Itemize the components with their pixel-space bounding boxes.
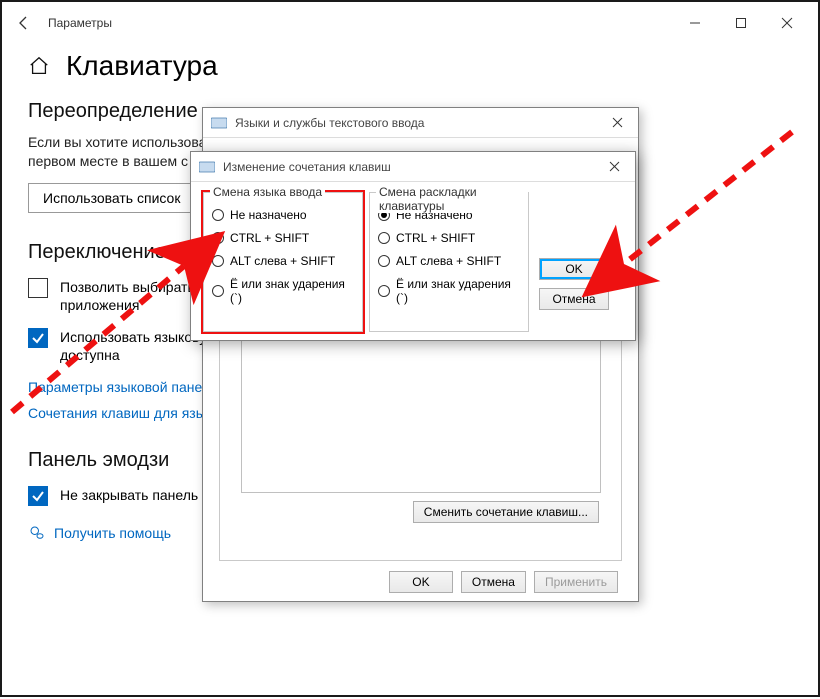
- link-get-help[interactable]: Получить помощь: [54, 525, 171, 541]
- dialog-text-services-titlebar: Языки и службы текстового ввода: [203, 108, 638, 138]
- maximize-button[interactable]: [718, 8, 764, 38]
- dialog-change-hotkey-titlebar: Изменение сочетания клавиш: [191, 152, 635, 182]
- dialog-mid-ok-button[interactable]: OK: [389, 571, 453, 593]
- radio-lang-none[interactable]: Не назначено: [212, 208, 354, 222]
- radio-lang-alt-shift[interactable]: ALT слева + SHIFT: [212, 254, 354, 268]
- group-layout-switch-legend: Смена раскладки клавиатуры: [376, 185, 528, 213]
- dialog-change-hotkey-close[interactable]: [601, 156, 627, 178]
- dialog-top-ok-button[interactable]: OK: [539, 258, 609, 280]
- change-hotkey-button[interactable]: Сменить сочетание клавиш...: [413, 501, 599, 523]
- minimize-button[interactable]: [672, 8, 718, 38]
- radio-layout-grave[interactable]: Ё или знак ударения (`): [378, 277, 520, 305]
- radio-layout-alt-shift[interactable]: ALT слева + SHIFT: [378, 254, 520, 268]
- keyboard-icon: [211, 116, 227, 130]
- settings-window: Параметры Клавиатура Переопределение Есл…: [0, 0, 820, 697]
- checkbox-emoji-keep-open[interactable]: [28, 486, 48, 506]
- keyboard-icon: [199, 160, 215, 174]
- radio-lang-grave[interactable]: Ё или знак ударения (`): [212, 277, 354, 305]
- back-button[interactable]: [10, 9, 38, 37]
- dialog-change-hotkey-title: Изменение сочетания клавиш: [223, 160, 601, 174]
- group-language-switch: Смена языка ввода Не назначено CTRL + SH…: [203, 192, 363, 332]
- checkbox-allow-per-app-label: Позволить выбирать м приложения: [60, 278, 208, 314]
- group-layout-switch: Смена раскладки клавиатуры Не назначено …: [369, 192, 529, 332]
- home-icon[interactable]: [28, 55, 50, 77]
- radio-lang-ctrl-shift[interactable]: CTRL + SHIFT: [212, 231, 354, 245]
- dialog-top-cancel-button[interactable]: Отмена: [539, 288, 609, 310]
- checkbox-use-lang-bar[interactable]: [28, 328, 48, 348]
- radio-layout-ctrl-shift[interactable]: CTRL + SHIFT: [378, 231, 520, 245]
- close-button[interactable]: [764, 8, 810, 38]
- checkbox-allow-per-app[interactable]: [28, 278, 48, 298]
- dialog-text-services-title: Языки и службы текстового ввода: [235, 116, 604, 130]
- checkbox-use-lang-bar-label: Использовать языкову доступна: [60, 328, 206, 364]
- dialog-mid-apply-button[interactable]: Применить: [534, 571, 618, 593]
- dialog-change-hotkey: Изменение сочетания клавиш Смена языка в…: [190, 151, 636, 341]
- dialog-mid-cancel-button[interactable]: Отмена: [461, 571, 526, 593]
- titlebar: Параметры: [2, 2, 818, 44]
- window-title: Параметры: [38, 16, 672, 30]
- help-icon: [28, 524, 46, 542]
- dialog-text-services-close[interactable]: [604, 112, 630, 134]
- use-list-button[interactable]: Использовать список: [28, 183, 195, 213]
- group-language-switch-legend: Смена языка ввода: [210, 185, 325, 199]
- dialog-top-buttons: OK Отмена: [535, 192, 613, 330]
- page-title: Клавиатура: [66, 50, 218, 82]
